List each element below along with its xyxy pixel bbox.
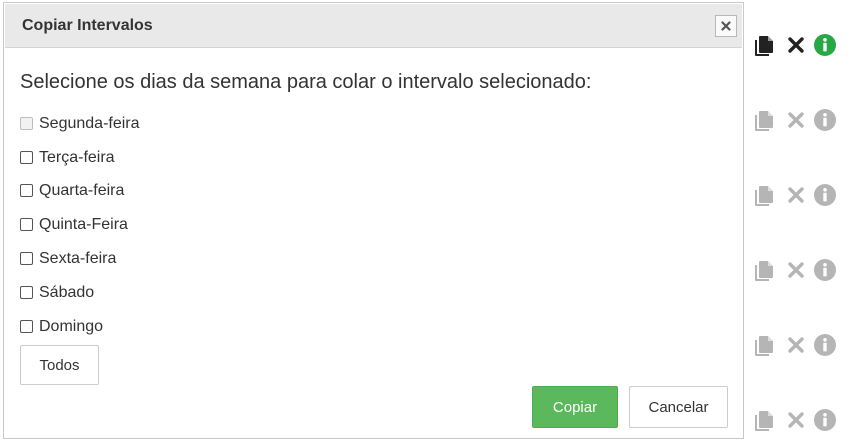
row-actions xyxy=(752,333,842,359)
copy-icon[interactable] xyxy=(752,33,776,57)
row-actions xyxy=(752,183,842,209)
info-icon[interactable] xyxy=(813,33,837,57)
day-label[interactable]: Quarta-feira xyxy=(39,182,124,200)
checkbox-sexta[interactable] xyxy=(20,251,33,265)
close-icon xyxy=(721,21,731,31)
delete-icon[interactable] xyxy=(786,35,806,55)
row-actions xyxy=(752,108,842,134)
info-icon[interactable] xyxy=(813,183,837,207)
day-label[interactable]: Terça-feira xyxy=(39,149,115,167)
copy-icon[interactable] xyxy=(752,183,776,207)
delete-icon[interactable] xyxy=(786,260,806,280)
copy-icon[interactable] xyxy=(752,408,776,432)
checkbox-quinta[interactable] xyxy=(20,217,33,231)
day-label[interactable]: Domingo xyxy=(39,318,103,336)
instruction-text: Selecione os dias da semana para colar o… xyxy=(20,71,592,93)
row-actions xyxy=(752,33,842,59)
dialog-title: Copiar Intervalos xyxy=(22,17,153,34)
day-label[interactable]: Quinta-Feira xyxy=(39,216,128,234)
copy-icon[interactable] xyxy=(752,108,776,132)
copy-button[interactable]: Copiar xyxy=(532,386,618,428)
delete-icon[interactable] xyxy=(786,110,806,130)
delete-icon[interactable] xyxy=(786,185,806,205)
day-option-sexta[interactable]: Sexta-feira xyxy=(20,248,116,270)
copy-icon[interactable] xyxy=(752,333,776,357)
checkbox-terca[interactable] xyxy=(20,150,33,164)
copy-icon[interactable] xyxy=(752,258,776,282)
day-option-segunda: Segunda-feira xyxy=(20,113,140,135)
cancel-button[interactable]: Cancelar xyxy=(629,386,728,428)
day-option-sabado[interactable]: Sábado xyxy=(20,282,94,304)
day-label[interactable]: Sexta-feira xyxy=(39,250,116,268)
checkbox-quarta[interactable] xyxy=(20,183,33,197)
copy-intervals-dialog: Copiar Intervalos Selecione os dias da s… xyxy=(3,2,744,439)
info-icon[interactable] xyxy=(813,333,837,357)
select-all-button[interactable]: Todos xyxy=(20,345,99,385)
day-label[interactable]: Sábado xyxy=(39,284,94,302)
delete-icon[interactable] xyxy=(786,335,806,355)
checkbox-domingo[interactable] xyxy=(20,319,33,333)
close-button[interactable] xyxy=(715,15,737,37)
day-label: Segunda-feira xyxy=(39,115,140,132)
dialog-header: Copiar Intervalos xyxy=(5,4,742,48)
info-icon[interactable] xyxy=(813,108,837,132)
info-icon[interactable] xyxy=(813,408,837,432)
day-option-quarta[interactable]: Quarta-feira xyxy=(20,180,124,202)
checkbox-segunda xyxy=(20,116,33,130)
delete-icon[interactable] xyxy=(786,410,806,430)
day-option-terca[interactable]: Terça-feira xyxy=(20,147,115,169)
row-actions xyxy=(752,408,842,434)
row-actions xyxy=(752,258,842,284)
day-option-domingo[interactable]: Domingo xyxy=(20,316,103,338)
info-icon[interactable] xyxy=(813,258,837,282)
checkbox-sabado[interactable] xyxy=(20,285,33,299)
day-option-quinta[interactable]: Quinta-Feira xyxy=(20,214,128,236)
